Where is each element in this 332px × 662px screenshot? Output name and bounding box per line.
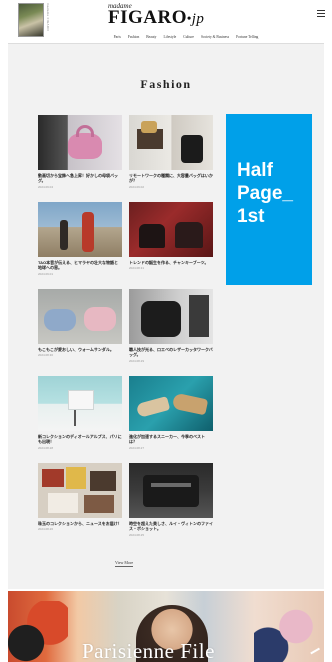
hamburger-menu-icon[interactable] [317,10,325,17]
article-card[interactable]: もこもこが愛おしい、ウォームサンダル。 2024.08.30 [38,289,122,357]
article-thumbnail-sneakers [129,376,213,431]
nav-item-lifestyle[interactable]: Lifestyle [163,32,176,42]
article-caption: TAO本音が伝える、ヒマラヤの壮大な物語と地球への恩。 [38,260,119,271]
article-caption: 職人技が光る、ロエベのレザーカッタワークバッグ。 [129,347,213,358]
article-thumbnail-louis-vuitton [129,463,213,518]
main-nav: Paris Fashion Beauty Lifestyle Culture S… [0,32,332,42]
article-card[interactable]: トレンドの誕生を作る、チャンキーブーツ。 2024.08.31 [129,202,213,270]
article-thumbnail-collection-collage [38,463,122,518]
nav-item-paris[interactable]: Paris [114,32,121,42]
article-thumbnail-warm-sandals [38,289,122,344]
article-caption: 珠玉のコレクションから、ニュースをお届け！ [38,521,122,526]
article-date: 2024.08.26 [38,527,54,532]
article-card[interactable]: 時空を超えた美しさ、ルイ・ヴィトンのファイス・ボショット。 2024.08.25 [129,463,213,537]
article-card[interactable]: 進化が加速するスニーカー、今季のベストは？ 2024.08.27 [129,376,213,450]
article-caption: 進化が加速するスニーカー、今季のベストは？ [129,434,206,445]
nav-item-fashion[interactable]: Fashion [128,32,139,42]
article-thumbnail-leather-bag [129,289,213,344]
logo-main: FIGARO [108,7,187,28]
article-card[interactable]: 新コレクションのディオールアルプス、パリにも出現！ 2024.08.28 [38,376,122,450]
article-thumbnail-dior-alps [38,376,122,431]
scroll-up-icon[interactable] [310,646,324,656]
article-card[interactable]: 職人技が光る、ロエベのレザーカッタワークバッグ。 2024.08.29 [129,289,213,363]
article-card[interactable]: TAO本音が伝える、ヒマラヤの壮大な物語と地球への恩。 2024.09.01 [38,202,122,276]
nav-item-culture[interactable]: Culture [183,32,194,42]
article-thumbnail-landscape-models [38,202,122,257]
article-caption: もこもこが愛おしい、ウォームサンダル。 [38,347,114,352]
article-caption: 時空を超えた美しさ、ルイ・ヴィトンのファイス・ボショット。 [129,521,213,532]
article-date: 2024.08.29 [129,358,145,363]
article-card[interactable]: 珠玉のコレクションから、ニュースをお届け！ 2024.08.26 [38,463,122,531]
nav-item-society-business[interactable]: Society & Business [201,32,229,42]
article-thumbnail-pink-bag [38,115,122,170]
logo-suffix: jp [191,11,205,27]
article-date: 2024.08.27 [129,445,145,450]
article-date: 2024.08.30 [38,353,54,358]
nav-item-fortune-telling[interactable]: Fortune Telling [236,32,258,42]
article-card[interactable]: 動画切から宝飾へ急上昇！好かしの母袋バッグ。 2024.09.04 [38,115,122,189]
banner-art-left [8,601,68,662]
ad-text: Half Page_ 1st [237,160,293,227]
site-header: madame FIGARO madame FIGARO•jp Paris Fas… [0,0,332,44]
parisienne-file-banner[interactable]: Parisienne File [8,591,324,662]
article-caption: 新コレクションのディオールアルプス、パリにも出現！ [38,434,122,445]
article-card[interactable]: リモートワークの種類に、大容量バッグはいかが？ 2024.09.02 [129,115,213,189]
half-page-ad[interactable]: Half Page_ 1st [226,114,312,285]
banner-title: Parisienne File [82,639,215,662]
magazine-cover-label: madame FIGARO [46,3,50,31]
article-thumbnail-chunky-boots [129,202,213,257]
article-date: 2024.08.25 [129,532,145,537]
article-date: 2024.09.02 [129,184,145,189]
article-thumbnail-chair-bags [129,115,213,170]
section-title: Fashion [140,77,192,91]
article-date: 2024.09.04 [38,184,54,189]
article-caption: 動画切から宝飾へ急上昇！好かしの母袋バッグ。 [38,173,118,184]
article-caption: リモートワークの種類に、大容量バッグはいかが？ [129,173,213,184]
nav-item-beauty[interactable]: Beauty [146,32,156,42]
article-date: 2024.08.28 [38,445,54,450]
article-date: 2024.08.31 [129,266,145,271]
article-date: 2024.09.01 [38,271,54,276]
view-more-link[interactable]: View More [115,560,134,567]
article-caption: トレンドの誕生を作る、チャンキーブーツ。 [129,260,209,265]
site-logo[interactable]: FIGARO•jp [108,7,204,29]
